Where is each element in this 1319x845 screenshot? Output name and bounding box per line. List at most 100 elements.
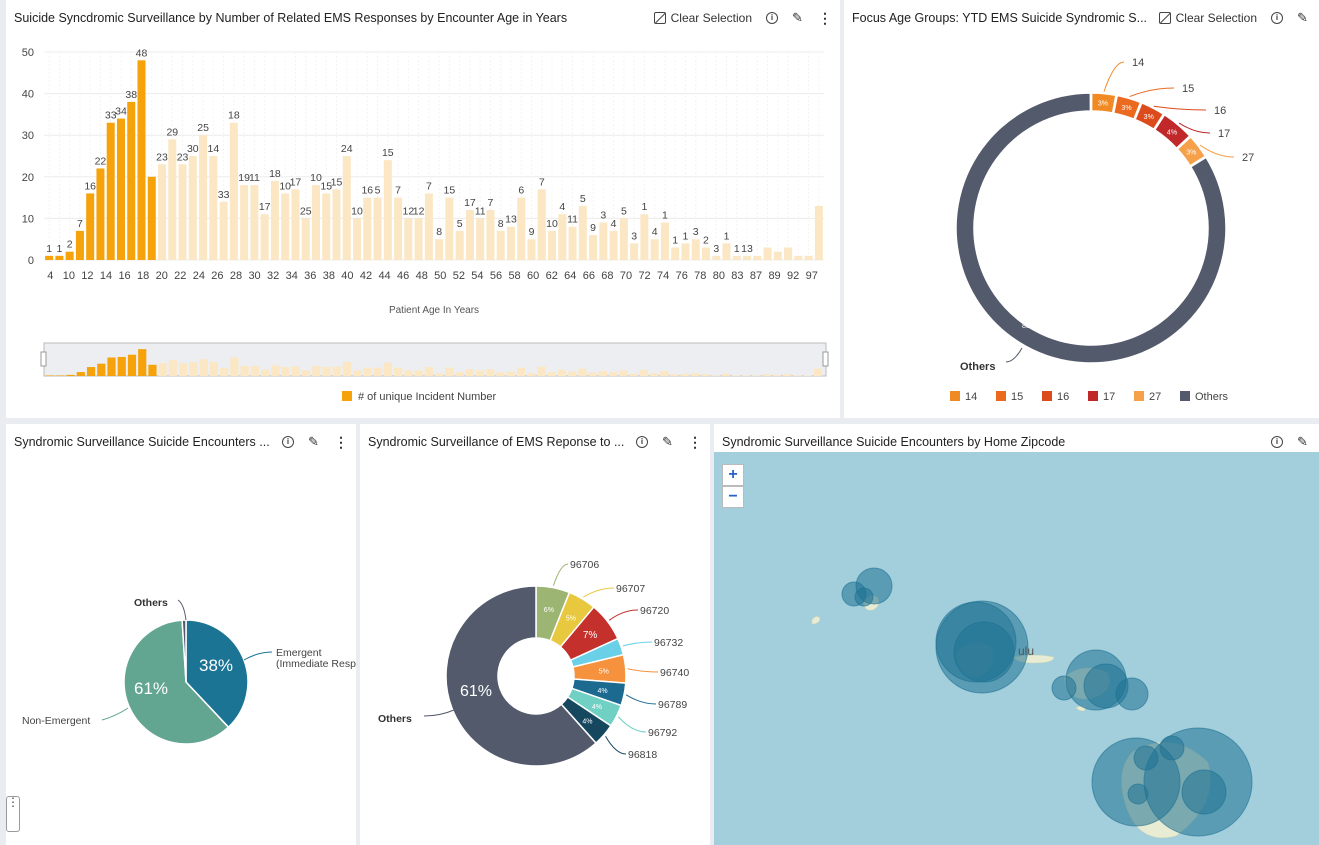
bar[interactable] <box>517 197 526 260</box>
bar[interactable] <box>681 243 690 260</box>
bar[interactable] <box>445 197 454 260</box>
legend-swatch[interactable] <box>1042 391 1052 401</box>
bar[interactable] <box>599 222 608 260</box>
bar[interactable] <box>373 197 382 260</box>
bar[interactable] <box>722 243 731 260</box>
bar[interactable] <box>424 193 433 260</box>
bar[interactable] <box>753 255 762 260</box>
bar[interactable] <box>496 230 505 260</box>
bar[interactable] <box>527 239 536 260</box>
bar[interactable] <box>188 156 197 260</box>
bar[interactable] <box>732 255 741 260</box>
bar-data-label: 14 <box>207 143 219 155</box>
bar[interactable] <box>106 122 115 260</box>
legend-swatch[interactable] <box>1088 391 1098 401</box>
bar[interactable] <box>281 193 290 260</box>
bar[interactable] <box>619 218 628 260</box>
focus-age-donut-chart[interactable]: 3% 3% 3% 4% 3% 83% 14 15 16 17 27 Others 14 15 16 17 27 O… <box>844 0 1319 418</box>
bar[interactable] <box>178 164 187 260</box>
bar[interactable] <box>291 189 300 260</box>
bar[interactable] <box>763 247 772 260</box>
bar[interactable] <box>240 185 249 260</box>
bar[interactable] <box>578 205 587 260</box>
bar[interactable] <box>784 247 793 260</box>
bar[interactable] <box>476 218 485 260</box>
bar[interactable] <box>311 185 320 260</box>
bar[interactable] <box>630 243 639 260</box>
bar[interactable] <box>814 205 823 260</box>
bar[interactable] <box>650 239 659 260</box>
bar[interactable] <box>55 255 64 260</box>
bar[interactable] <box>383 160 392 260</box>
bar[interactable] <box>45 255 54 260</box>
bar[interactable] <box>229 122 238 260</box>
bar[interactable] <box>158 164 167 260</box>
bar[interactable] <box>465 210 474 260</box>
zoom-out-button[interactable]: − <box>722 486 744 508</box>
bar[interactable] <box>219 201 228 260</box>
info-icon[interactable]: i <box>1271 436 1283 448</box>
bar[interactable] <box>548 230 557 260</box>
bar[interactable] <box>589 235 598 260</box>
zoom-in-button[interactable]: + <box>722 464 744 486</box>
legend-swatch[interactable] <box>996 391 1006 401</box>
bar[interactable] <box>404 218 413 260</box>
legend-swatch[interactable] <box>1134 391 1144 401</box>
bar[interactable] <box>609 230 618 260</box>
bar[interactable] <box>137 60 146 260</box>
age-bar-chart[interactable]: 010203040501 1 271622333438482329233025143… <box>6 0 840 418</box>
bar[interactable] <box>96 168 105 260</box>
bar[interactable] <box>342 156 351 260</box>
bar[interactable] <box>794 255 803 260</box>
legend-swatch[interactable] <box>950 391 960 401</box>
legend-swatch[interactable] <box>342 391 352 401</box>
bar[interactable] <box>691 239 700 260</box>
bar[interactable] <box>75 230 84 260</box>
bar[interactable] <box>701 247 710 260</box>
bar[interactable] <box>660 222 669 260</box>
navigator-left-handle[interactable] <box>40 351 47 367</box>
bar[interactable] <box>455 230 464 260</box>
bar[interactable] <box>804 255 813 260</box>
bar[interactable] <box>435 239 444 260</box>
bar[interactable] <box>168 139 177 260</box>
map-canvas[interactable]: ulu + − <box>714 452 1319 845</box>
bar[interactable] <box>147 176 156 260</box>
bar[interactable] <box>86 193 95 260</box>
bar[interactable] <box>363 197 372 260</box>
side-handle-icon[interactable]: ⋮ <box>6 796 20 832</box>
bar[interactable] <box>353 218 362 260</box>
bar[interactable] <box>712 255 721 260</box>
acuity-pie-chart[interactable]: 38% 61% Emergent(Immediate Response)... Non… <box>6 424 356 845</box>
edit-icon[interactable]: ✎ <box>1297 435 1309 448</box>
bar[interactable] <box>65 251 74 260</box>
bar[interactable] <box>270 180 279 260</box>
bar[interactable] <box>260 214 269 260</box>
bar[interactable] <box>127 101 136 260</box>
bar-data-label: 17 <box>259 201 271 213</box>
bar[interactable] <box>301 218 310 260</box>
bar[interactable] <box>773 251 782 260</box>
bar[interactable] <box>743 255 752 260</box>
bar[interactable] <box>394 197 403 260</box>
bar[interactable] <box>322 193 331 260</box>
bar[interactable] <box>558 214 567 260</box>
legend-swatch[interactable] <box>1180 391 1190 401</box>
navigator-right-handle[interactable] <box>822 351 829 367</box>
zip-donut-chart[interactable]: 6% 5% 7% 5% 4% 4% 4% 61% 96706 96707 96720 96732 967… <box>360 424 710 845</box>
bar[interactable] <box>116 118 125 260</box>
bar[interactable] <box>537 189 546 260</box>
bar[interactable] <box>332 189 341 260</box>
bar[interactable] <box>640 214 649 260</box>
bar[interactable] <box>209 156 218 260</box>
bar[interactable] <box>414 218 423 260</box>
bar[interactable] <box>486 210 495 260</box>
bar[interactable] <box>506 226 515 260</box>
callout-line <box>618 716 647 733</box>
bar[interactable] <box>199 135 208 260</box>
bar[interactable] <box>250 185 259 260</box>
slice-percent-label: 3% <box>1186 150 1196 157</box>
bar-data-label: 11 <box>475 205 486 217</box>
bar[interactable] <box>671 247 680 260</box>
bar[interactable] <box>568 226 577 260</box>
